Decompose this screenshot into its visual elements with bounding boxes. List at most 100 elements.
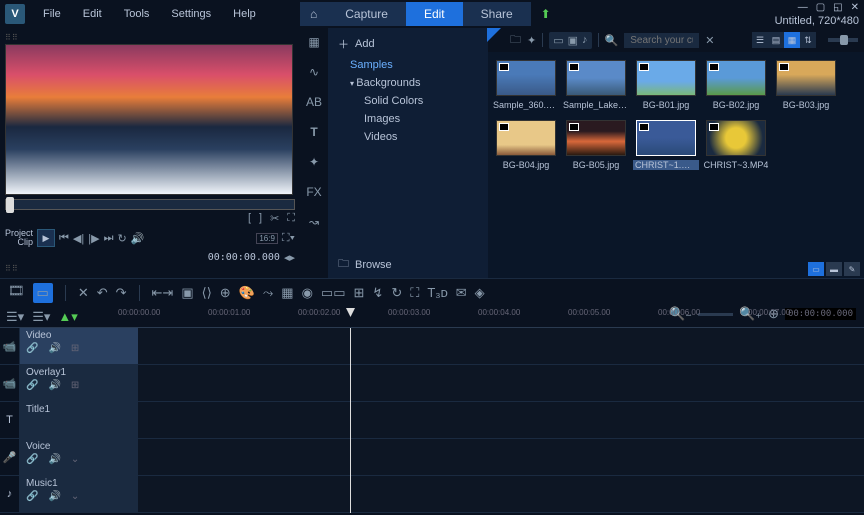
mute-icon[interactable]: 🔊 — [48, 380, 60, 391]
panel-handle-icon[interactable]: ⠿⠿ — [5, 33, 295, 42]
search-icon[interactable]: 🔍 — [605, 34, 619, 47]
scrubber-handle[interactable] — [6, 197, 14, 213]
video-track-content[interactable] — [138, 328, 864, 364]
maximize-button[interactable]: ▢ — [816, 2, 825, 13]
library-thumb[interactable]: BG-B01.jpg — [636, 60, 696, 110]
filter-audio-icon[interactable]: ♪ — [582, 34, 588, 47]
lock-icon[interactable]: ⊞ — [71, 343, 79, 354]
music-track-content[interactable] — [138, 476, 864, 512]
tool-settings-icon[interactable]: ✕ — [78, 285, 89, 301]
lib-action2-icon[interactable]: ▬ — [826, 262, 842, 276]
view-list-icon[interactable]: ☰ — [752, 32, 768, 48]
tab-capture[interactable]: Capture — [327, 2, 406, 26]
color-icon[interactable]: 🎨 — [239, 285, 255, 301]
menu-edit[interactable]: Edit — [73, 4, 112, 24]
timeline-ruler[interactable]: 🔍₋ 🔍₊ ⊕ 00:00:00.000 00:00:00.0000:00:01… — [118, 306, 864, 327]
undo-icon[interactable]: ↶ — [97, 285, 108, 301]
add-media-button[interactable]: ＋ Add — [328, 32, 488, 56]
timecode-stepper-icon[interactable]: ◂▸ — [284, 251, 295, 264]
playhead-line[interactable] — [350, 328, 351, 513]
tab-home[interactable]: ⌂ — [300, 2, 327, 26]
library-settings-icon[interactable]: ✦ — [527, 34, 536, 47]
resize-icon[interactable]: ⛶ — [410, 285, 419, 301]
view-sort-icon[interactable]: ⇅ — [800, 32, 816, 48]
video-track-header[interactable]: Video 🔗 🔊 ⊞ — [20, 328, 138, 364]
title-tool-icon[interactable]: T — [304, 122, 324, 142]
trim-icon[interactable]: ⊕ — [220, 285, 231, 301]
media-tool-icon[interactable]: ▦ — [304, 32, 324, 52]
playback-mode-label[interactable]: Project Clip — [5, 229, 33, 247]
grid-icon[interactable]: ⊞ — [354, 285, 365, 301]
split-icon[interactable]: ✂ — [270, 212, 279, 225]
rotate-icon[interactable]: ↻ — [391, 285, 402, 301]
filter-video-icon[interactable]: ▭ — [553, 34, 563, 47]
volume-icon[interactable]: 🔊 — [131, 232, 145, 245]
tab-share[interactable]: Share — [463, 2, 531, 26]
filter-tool-icon[interactable]: FX — [304, 182, 324, 202]
path-tool-icon[interactable]: ↝ — [304, 212, 324, 232]
transition-tool-icon[interactable]: AB — [304, 92, 324, 112]
expand-icon[interactable]: ⌄ — [71, 454, 79, 465]
browse-button[interactable]: 🗀 Browse — [328, 251, 402, 278]
tree-backgrounds[interactable]: ▾ Backgrounds — [328, 74, 488, 92]
view-details-icon[interactable]: ▤ — [768, 32, 784, 48]
link-icon[interactable]: 🔗 — [26, 380, 38, 391]
preview-video[interactable] — [5, 44, 293, 195]
library-thumb[interactable]: CHRIST~3.MP4 — [706, 120, 766, 170]
mute-icon[interactable]: 🔊 — [48, 491, 60, 502]
lib-action3-icon[interactable]: ✎ — [844, 262, 860, 276]
title-track-header[interactable]: Title1 — [20, 402, 138, 438]
motion-icon[interactable]: ↯ — [372, 285, 383, 301]
voice-track-icon[interactable]: 🎤 — [0, 439, 20, 475]
mute-icon[interactable]: 🔊 — [48, 454, 60, 465]
mail-icon[interactable]: ✉ — [456, 285, 467, 301]
mark-in-icon[interactable]: [ — [248, 212, 251, 225]
playhead-icon[interactable] — [346, 308, 355, 317]
multi-icon[interactable]: ▭▭ — [321, 285, 346, 301]
library-thumb[interactable]: Sample_Lake.m... — [566, 60, 626, 110]
go-end-icon[interactable]: ⏭ — [104, 232, 114, 245]
video-track-icon[interactable]: 📹 — [0, 328, 20, 364]
tree-images[interactable]: Images — [328, 110, 488, 128]
expand-icon[interactable]: ⌄ — [71, 491, 79, 502]
library-thumb[interactable]: BG-B05.jpg — [566, 120, 626, 170]
chroma-icon[interactable]: ◉ — [302, 285, 313, 301]
tree-solid-colors[interactable]: Solid Colors — [328, 92, 488, 110]
import-folder-icon[interactable]: 🗀 — [510, 31, 521, 50]
music-track-header[interactable]: Music1 🔗 🔊 ⌄ — [20, 476, 138, 512]
minimize-button[interactable]: — — [798, 2, 808, 13]
lock-icon[interactable]: ⊞ — [71, 380, 79, 391]
lib-action1-icon[interactable]: ▭ — [808, 262, 824, 276]
tree-videos[interactable]: Videos — [328, 128, 488, 146]
library-thumb[interactable]: CHRIST~1.MP4 — [636, 120, 696, 170]
ripple-icon[interactable]: ⇤⇥ — [152, 285, 174, 301]
storyboard-view-icon[interactable]: 🎞 — [8, 283, 25, 303]
close-button[interactable]: ✕ — [851, 2, 859, 13]
thumbnail-size-slider[interactable] — [828, 38, 858, 42]
marker-icon[interactable]: ▲▾ — [58, 309, 77, 325]
mute-icon[interactable]: 🔊 — [48, 343, 60, 354]
loop-icon[interactable]: ↻ — [117, 232, 126, 245]
panel-handle-bottom-icon[interactable]: ⠿⠿ — [5, 264, 295, 273]
restore-button[interactable]: ◱ — [833, 2, 842, 13]
menu-file[interactable]: File — [33, 4, 71, 24]
menu-tools[interactable]: Tools — [114, 4, 160, 24]
3d-title-icon[interactable]: T₃ᴅ — [427, 285, 447, 301]
play-button[interactable]: ▶ — [37, 229, 55, 247]
menu-settings[interactable]: Settings — [161, 4, 221, 24]
title-track-content[interactable] — [138, 402, 864, 438]
tab-edit[interactable]: Edit — [406, 2, 463, 26]
overlay-track-header[interactable]: Overlay1 🔗 🔊 ⊞ — [20, 365, 138, 401]
voice-track-content[interactable] — [138, 439, 864, 475]
reverse-icon[interactable]: ▦ — [281, 285, 293, 301]
fullscreen-icon[interactable]: ⛶▾ — [282, 232, 295, 245]
menu-help[interactable]: Help — [223, 4, 266, 24]
link-icon[interactable]: 🔗 — [26, 343, 38, 354]
search-input[interactable] — [624, 33, 699, 48]
timeline-view-icon[interactable]: ▭ — [33, 283, 53, 303]
graphic-tool-icon[interactable]: ✦ — [304, 152, 324, 172]
expand-icon[interactable]: ⛶ — [287, 212, 295, 225]
crop-icon[interactable]: ▣ — [181, 285, 193, 301]
redo-icon[interactable]: ↷ — [116, 285, 127, 301]
link-icon[interactable]: 🔗 — [26, 491, 38, 502]
